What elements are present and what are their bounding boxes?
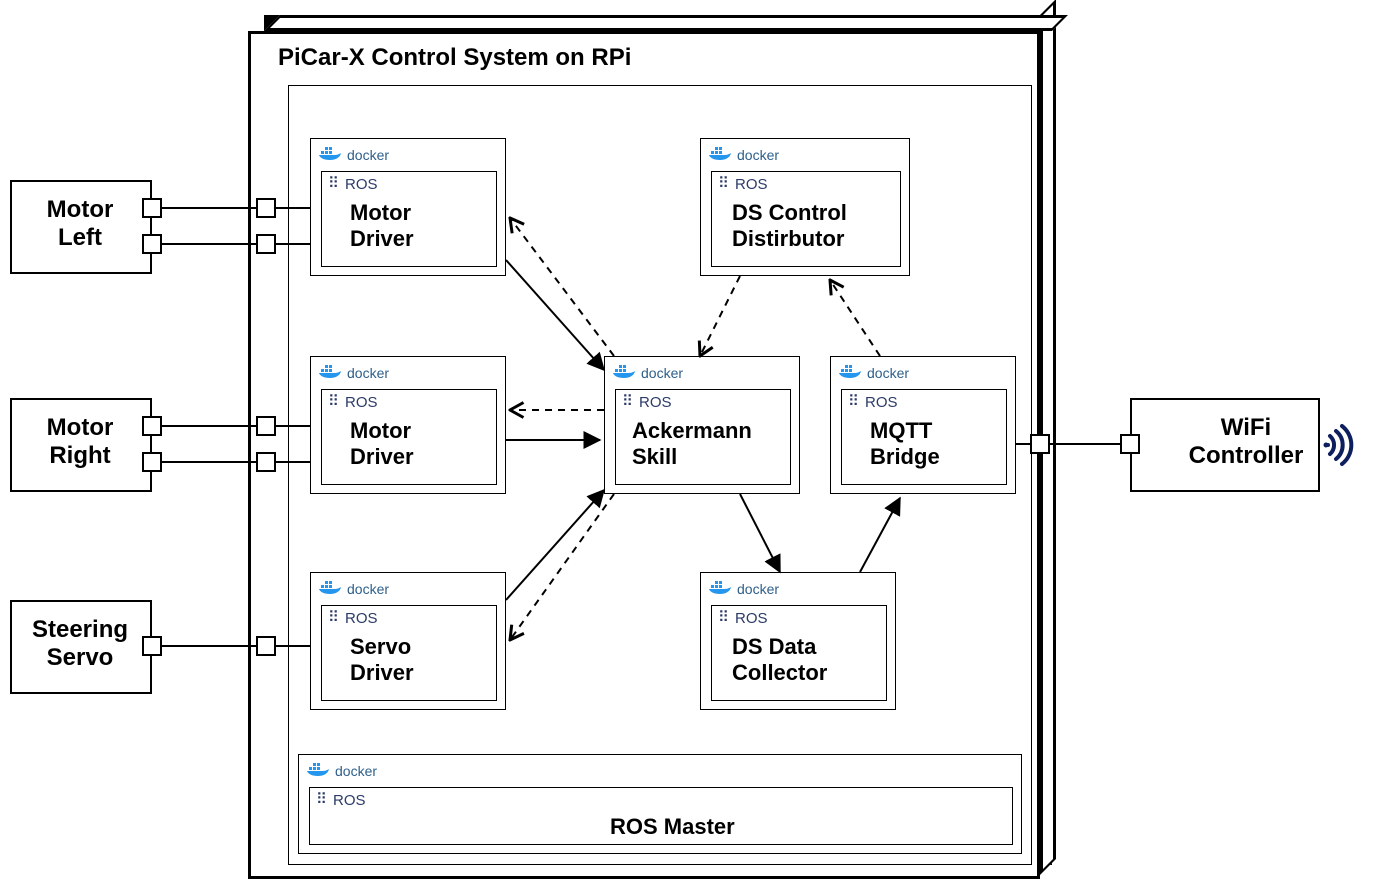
docker-whale-icon <box>307 761 331 780</box>
ros-header: ROS <box>622 394 672 411</box>
ros-dots-icon <box>718 614 732 624</box>
port-motor-right-2 <box>142 452 162 472</box>
docker-ds-data: docker ROS DS Data Collector <box>700 572 896 710</box>
port-motor-right-1 <box>142 416 162 436</box>
docker-whale-icon <box>319 363 343 382</box>
node-label-motor-driver-mid: Motor Driver <box>350 418 414 471</box>
port-motor-left-2 <box>142 234 162 254</box>
docker-text: docker <box>737 147 779 163</box>
docker-header: docker <box>319 363 389 382</box>
main-port-l1a <box>256 198 276 218</box>
main-port-l3 <box>256 636 276 656</box>
ros-text: ROS <box>639 394 672 411</box>
docker-text: docker <box>737 581 779 597</box>
docker-servo-driver: docker ROS Servo Driver <box>310 572 506 710</box>
main-port-r <box>1030 434 1050 454</box>
main-port-l1b <box>256 234 276 254</box>
docker-text: docker <box>867 365 909 381</box>
ros-motor-driver-mid: ROS Motor Driver <box>321 389 497 485</box>
system-title: PiCar-X Control System on RPi <box>278 44 631 72</box>
docker-whale-icon <box>839 363 863 382</box>
ros-text: ROS <box>345 394 378 411</box>
docker-whale-icon <box>319 145 343 164</box>
docker-header: docker <box>709 145 779 164</box>
ros-text: ROS <box>345 176 378 193</box>
node-label-ackermann: Ackermann Skill <box>632 418 752 471</box>
ros-text: ROS <box>735 610 768 627</box>
docker-header: docker <box>319 145 389 164</box>
ros-motor-driver-top: ROS Motor Driver <box>321 171 497 267</box>
docker-header: docker <box>613 363 683 382</box>
ros-servo-driver: ROS Servo Driver <box>321 605 497 701</box>
ros-header: ROS <box>328 176 378 193</box>
docker-ros-master: docker ROS ROS Master <box>298 754 1022 854</box>
ros-text: ROS <box>333 792 366 809</box>
main-port-l2b <box>256 452 276 472</box>
docker-text: docker <box>347 365 389 381</box>
ros-dots-icon <box>328 398 342 408</box>
docker-text: docker <box>347 581 389 597</box>
node-label-motor-driver-top: Motor Driver <box>350 200 414 253</box>
ros-text: ROS <box>735 176 768 193</box>
ros-dots-icon <box>328 614 342 624</box>
wifi-icon <box>1322 420 1372 470</box>
docker-whale-icon <box>613 363 637 382</box>
docker-text: docker <box>347 147 389 163</box>
docker-ackermann: docker ROS Ackermann Skill <box>604 356 800 494</box>
ros-header: ROS <box>718 610 768 627</box>
ros-header: ROS <box>316 792 366 809</box>
port-motor-left-1 <box>142 198 162 218</box>
ros-text: ROS <box>865 394 898 411</box>
wifi-controller-label: WiFi Controller <box>1176 414 1316 470</box>
docker-whale-icon <box>319 579 343 598</box>
steering-servo-label: Steering Servo <box>20 616 140 672</box>
docker-ds-control: docker ROS DS Control Distirbutor <box>700 138 910 276</box>
ros-ros-master: ROS ROS Master <box>309 787 1013 845</box>
motor-left-label: Motor Left <box>20 196 140 252</box>
port-wifi-l <box>1120 434 1140 454</box>
docker-header: docker <box>319 579 389 598</box>
docker-motor-driver-top: docker ROS Motor Driver <box>310 138 506 276</box>
node-label-ds-control: DS Control Distirbutor <box>732 200 847 253</box>
docker-text: docker <box>641 365 683 381</box>
motor-right-label: Motor Right <box>20 414 140 470</box>
docker-header: docker <box>709 579 779 598</box>
docker-whale-icon <box>709 579 733 598</box>
ros-header: ROS <box>328 610 378 627</box>
ros-dots-icon <box>718 180 732 190</box>
diagram-stage: PiCar-X Control System on RPi Motor Left… <box>0 0 1383 891</box>
node-label-servo-driver: Servo Driver <box>350 634 414 687</box>
ros-text: ROS <box>345 610 378 627</box>
main-port-l2a <box>256 416 276 436</box>
ros-header: ROS <box>718 176 768 193</box>
docker-header: docker <box>839 363 909 382</box>
docker-header: docker <box>307 761 377 780</box>
port-steering-1 <box>142 636 162 656</box>
ros-dots-icon <box>848 398 862 408</box>
ros-header: ROS <box>848 394 898 411</box>
node-label-ds-data: DS Data Collector <box>732 634 827 687</box>
ros-mqtt: ROS MQTT Bridge <box>841 389 1007 485</box>
docker-motor-driver-mid: docker ROS Motor Driver <box>310 356 506 494</box>
ros-ds-control: ROS DS Control Distirbutor <box>711 171 901 267</box>
node-label-mqtt: MQTT Bridge <box>870 418 940 471</box>
docker-mqtt: docker ROS MQTT Bridge <box>830 356 1016 494</box>
main-container-3d-top <box>264 15 1068 31</box>
node-label-ros-master: ROS Master <box>610 814 735 840</box>
docker-whale-icon <box>709 145 733 164</box>
ros-dots-icon <box>622 398 636 408</box>
docker-text: docker <box>335 763 377 779</box>
ros-ds-data: ROS DS Data Collector <box>711 605 887 701</box>
ros-header: ROS <box>328 394 378 411</box>
ros-dots-icon <box>316 796 330 806</box>
ros-dots-icon <box>328 180 342 190</box>
ros-ackermann: ROS Ackermann Skill <box>615 389 791 485</box>
